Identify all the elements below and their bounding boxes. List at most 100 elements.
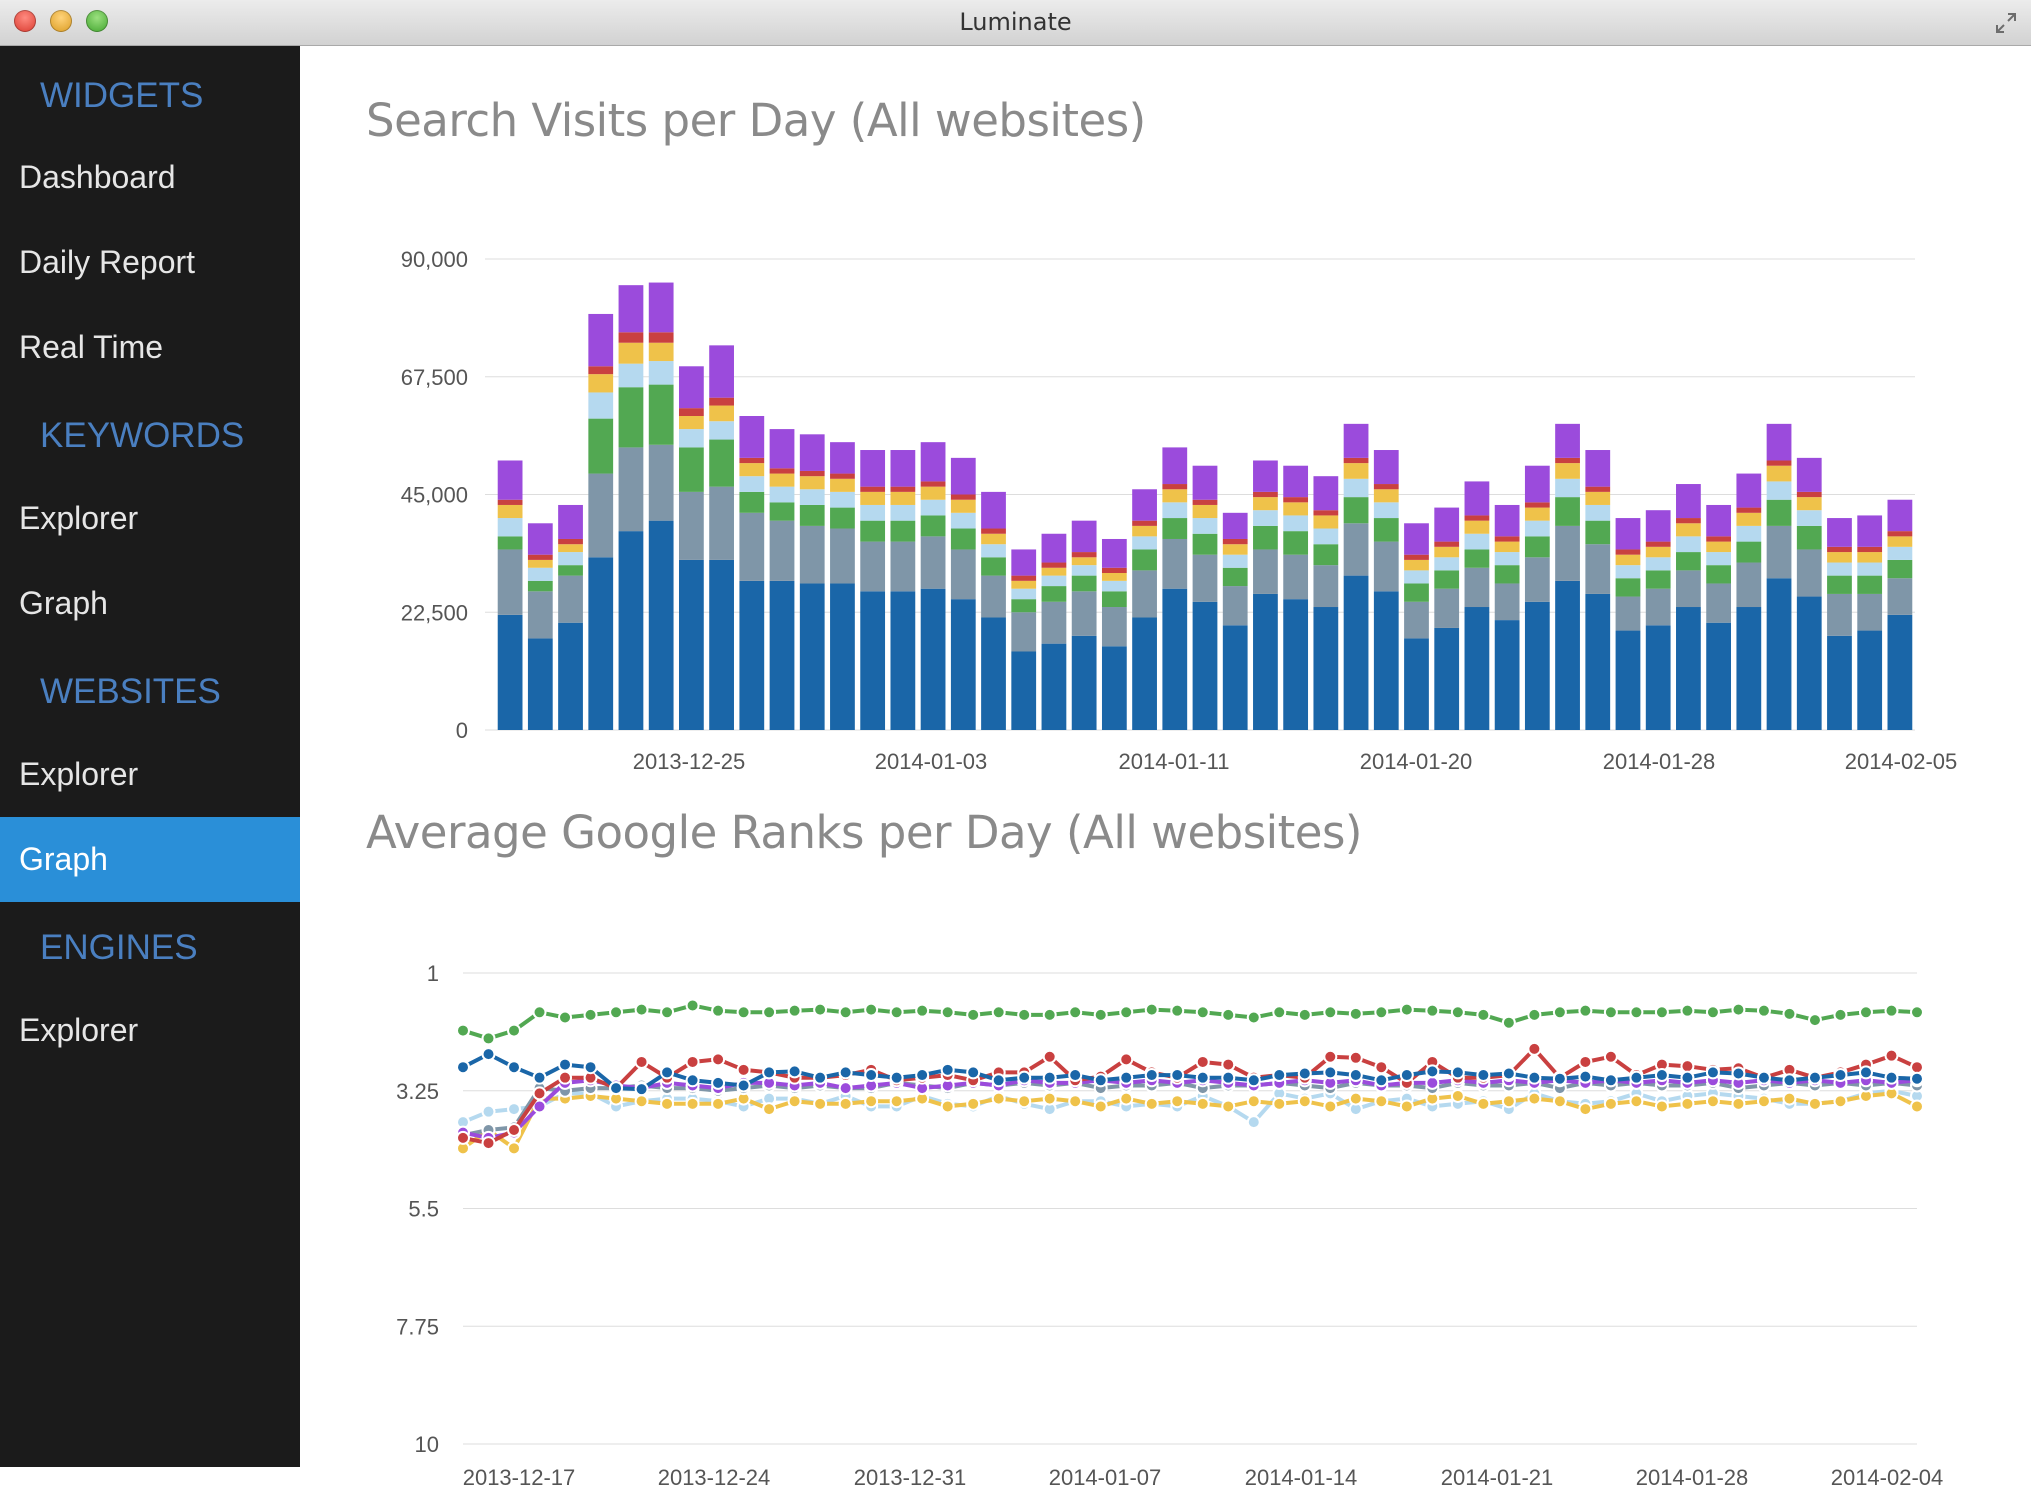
visits-bar-segment [648, 361, 674, 385]
ranks-data-point [736, 1062, 751, 1077]
visits-bar-segment [1222, 538, 1248, 545]
nav-item-dashboard[interactable]: Dashboard [0, 135, 300, 220]
nav-item-engines-explorer[interactable]: Explorer [0, 988, 300, 1073]
visits-bar-segment [1283, 554, 1309, 600]
visits-bar-segment [1585, 486, 1611, 492]
ranks-data-point [1399, 1068, 1414, 1083]
ranks-data-point [1144, 1068, 1159, 1083]
visits-bar-segment [1615, 554, 1641, 566]
visits-y-tick-label: 45,000 [401, 483, 468, 508]
ranks-data-point [762, 1005, 777, 1020]
visits-bar-segment [830, 528, 855, 584]
visits-bar-segment [920, 536, 946, 589]
visits-bar-segment [981, 544, 1006, 558]
ranks-data-point [1144, 1002, 1159, 1017]
ranks-data-point [1017, 1094, 1032, 1109]
nav-item-keywords-graph[interactable]: Graph [0, 561, 300, 646]
ranks-data-point [558, 1010, 573, 1025]
ranks-data-point [1603, 1096, 1618, 1111]
ranks-data-point [1221, 1070, 1236, 1085]
visits-bar-segment [1011, 575, 1037, 581]
ranks-data-point [1221, 1099, 1236, 1114]
visits-bar-segment [1253, 460, 1278, 492]
visits-bar-segment [1615, 549, 1641, 555]
ranks-data-point [1527, 1091, 1542, 1106]
ranks-data-point [889, 1070, 904, 1085]
ranks-data-point [481, 1047, 496, 1062]
visits-bar-segment [1857, 552, 1883, 563]
visits-bar-segment [1524, 601, 1550, 730]
visits-bar-segment [1857, 546, 1883, 553]
visits-bar-segment [618, 447, 644, 532]
fullscreen-icon[interactable] [1995, 12, 2017, 34]
ranks-data-point [1756, 1003, 1771, 1018]
visits-bar-segment [1283, 497, 1309, 503]
nav-item-daily-report[interactable]: Daily Report [0, 220, 300, 305]
ranks-data-point [532, 1086, 547, 1101]
visits-bar-segment [1615, 578, 1641, 597]
visits-bar-segment [558, 538, 583, 545]
visits-bar-segment [1313, 510, 1339, 516]
visits-bar-segment [1132, 489, 1157, 521]
ranks-data-point [1348, 1006, 1363, 1021]
visits-bar-segment [1434, 627, 1460, 730]
ranks-data-point [1782, 1073, 1797, 1088]
ranks-data-point [787, 1094, 802, 1109]
visits-bar-segment [527, 554, 553, 560]
ranks-data-point [1705, 1005, 1720, 1020]
visits-bar-segment [1857, 630, 1883, 730]
visits-bar-segment [1101, 567, 1127, 573]
ranks-data-point [1374, 1073, 1389, 1088]
visits-bar-segment [1766, 465, 1792, 482]
visits-bar-segment [1555, 463, 1580, 479]
visits-bar-segment [1676, 536, 1701, 553]
ranks-series-line [462, 1088, 1918, 1125]
visits-bar-segment [618, 387, 644, 448]
visits-bar-segment [890, 541, 916, 592]
nav-item-keywords-explorer[interactable]: Explorer [0, 476, 300, 561]
ranks-data-point [1858, 1005, 1873, 1020]
ranks-data-point [1119, 1005, 1134, 1020]
ranks-data-point [1042, 1091, 1057, 1106]
visits-bar-segment [618, 332, 644, 343]
visits-bar-segment [1101, 607, 1127, 647]
ranks-x-tick-label: 2014-02-04 [1831, 1465, 1944, 1490]
visits-bar-segment [981, 617, 1006, 730]
visits-bar-segment [1011, 651, 1037, 730]
visits-bar-segment [1494, 541, 1520, 553]
ranks-data-point [736, 1078, 751, 1093]
ranks-data-point [1680, 1003, 1695, 1018]
visits-bar-segment [558, 575, 583, 623]
nav-item-real-time[interactable]: Real Time [0, 305, 300, 390]
ranks-series-line [462, 1003, 1918, 1041]
visits-bar-segment [1585, 520, 1611, 545]
visits-bar-segment [769, 502, 795, 521]
ranks-data-point [966, 1065, 981, 1080]
visits-bar-segment [799, 434, 825, 471]
visits-bar-segment [648, 282, 674, 333]
ranks-y-tick-label: 1 [427, 961, 439, 986]
ranks-data-point [1501, 1015, 1516, 1030]
ranks-data-point [1603, 1005, 1618, 1020]
visits-bar-segment [1283, 465, 1309, 498]
ranks-data-point [1042, 1049, 1057, 1064]
visits-bar-segment [830, 507, 855, 529]
visits-bar-segment [678, 366, 704, 409]
visits-bar-segment [1132, 570, 1157, 618]
visits-bar-segment [981, 557, 1006, 576]
visits-bar-segment [1404, 570, 1429, 584]
ranks-data-point [1068, 1068, 1083, 1083]
visits-bar-segment [558, 565, 583, 576]
visits-bar-segment [1253, 491, 1278, 498]
visits-bar-segment [1253, 497, 1278, 511]
ranks-x-tick-label: 2014-01-07 [1049, 1465, 1162, 1490]
nav-item-websites-graph[interactable]: Graph [0, 817, 300, 902]
visits-bar-segment [1343, 575, 1369, 730]
visits-bar-segment [1645, 625, 1671, 730]
visits-bar-segment [1555, 525, 1580, 581]
visits-bar-segment [739, 463, 765, 477]
visits-bar-segment [1404, 554, 1429, 560]
visits-bar-segment [1373, 450, 1399, 485]
nav-item-websites-explorer[interactable]: Explorer [0, 732, 300, 817]
ranks-data-point [1501, 1094, 1516, 1109]
